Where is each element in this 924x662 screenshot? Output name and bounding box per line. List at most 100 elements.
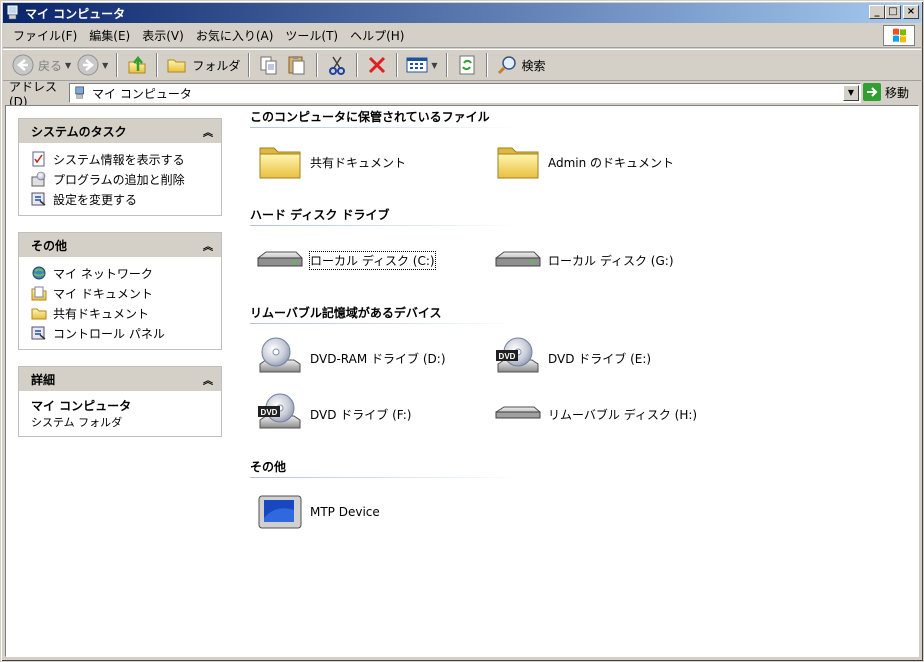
task-change-setting[interactable]: 設定を変更する [31, 189, 211, 209]
address-dropdown-icon[interactable]: ▼ [843, 85, 859, 101]
mtp-device-icon [258, 495, 302, 529]
item-dvd-drive-f[interactable]: DVD DVD ドライブ (F:) [256, 390, 412, 438]
task-pane: システムのタスク ︽ システム情報を表示する プログラムの追加と削除 設定を変更… [18, 118, 222, 453]
move-to-button[interactable] [283, 51, 311, 79]
toolbar-separator [316, 53, 319, 77]
group-header-removable: リムーバブル記憶域があるデバイス [250, 304, 520, 324]
views-button[interactable]: ▼ [403, 51, 440, 79]
place-label: マイ ネットワーク [53, 266, 153, 281]
back-dropdown-icon[interactable]: ▼ [65, 61, 71, 70]
item-admin-documents[interactable]: Admin のドキュメント [494, 138, 674, 186]
place-label: 共有ドキュメント [53, 306, 150, 321]
copy-to-button[interactable] [255, 51, 283, 79]
place-shared-documents[interactable]: 共有ドキュメント [31, 303, 211, 323]
details-header[interactable]: 詳細 ︽ [19, 367, 221, 391]
menu-favorites[interactable]: お気に入り(A) [190, 27, 280, 44]
collapse-chevron-icon[interactable]: ︽ [203, 238, 213, 253]
menu-tools[interactable]: ツール(T) [279, 27, 344, 44]
system-tasks-panel: システムのタスク ︽ システム情報を表示する プログラムの追加と削除 設定を変更… [18, 118, 222, 216]
task-add-remove-programs[interactable]: プログラムの追加と削除 [31, 169, 211, 189]
item-local-disk-g[interactable]: ローカル ディスク (G:) [494, 236, 674, 284]
delete-button[interactable] [363, 51, 391, 79]
scissors-icon [329, 56, 346, 75]
menu-view[interactable]: 表示(V) [136, 27, 190, 44]
cd-drive-icon [259, 337, 301, 373]
forward-arrow-icon [77, 54, 99, 76]
add-remove-programs-icon [31, 171, 46, 187]
collapse-chevron-icon[interactable]: ︽ [203, 124, 213, 139]
collapse-chevron-icon[interactable]: ︽ [203, 372, 213, 387]
views-dropdown-icon[interactable]: ▼ [431, 61, 437, 70]
item-dvd-ram-drive-d[interactable]: DVD-RAM ドライブ (D:) [256, 334, 446, 382]
up-button[interactable] [123, 51, 151, 79]
address-input[interactable]: マイ コンピュータ ▼ [69, 83, 861, 103]
go-button[interactable]: 移動 [863, 83, 909, 101]
menu-edit[interactable]: 編集(E) [83, 27, 136, 44]
minimize-button[interactable]: _ [869, 5, 885, 19]
task-label: システム情報を表示する [53, 152, 185, 167]
views-icon [406, 57, 428, 73]
cut-button[interactable] [323, 51, 351, 79]
copy-icon [260, 56, 277, 75]
item-shared-documents[interactable]: 共有ドキュメント [256, 138, 406, 186]
folder-icon [497, 147, 539, 179]
folders-button[interactable]: フォルダ [163, 51, 243, 79]
group-header-hard-disks: ハード ディスク ドライブ [250, 206, 520, 226]
address-label: アドレス(D) [9, 79, 58, 109]
item-label: MTP Device [310, 505, 380, 519]
forward-button[interactable]: ▼ [74, 51, 111, 79]
go-label: 移動 [885, 85, 910, 100]
go-arrow-icon [863, 83, 881, 101]
details-title: 詳細 [31, 372, 56, 387]
item-label: ローカル ディスク (G:) [548, 253, 674, 268]
folder-up-icon [128, 55, 146, 74]
menu-bar: ファイル(F) 編集(E) 表示(V) お気に入り(A) ツール(T) ヘルプ(… [3, 24, 921, 48]
details-type: システム フォルダ [31, 416, 123, 429]
forward-dropdown-icon[interactable]: ▼ [102, 61, 108, 70]
back-button[interactable]: 戻る ▼ [9, 51, 74, 79]
dvd-drive-icon: DVD [258, 393, 301, 429]
item-label: DVD-RAM ドライブ (D:) [310, 351, 446, 366]
item-label: ローカル ディスク (C:) [309, 250, 436, 270]
item-label: 共有ドキュメント [310, 155, 407, 170]
delete-x-icon [369, 56, 386, 74]
other-places-panel: その他 ︽ マイ ネットワーク マイ ドキュメント 共有ドキュメント コントロー… [18, 232, 222, 350]
close-button[interactable]: × [903, 5, 919, 19]
menu-file[interactable]: ファイル(F) [7, 27, 83, 44]
content-area: システムのタスク ︽ システム情報を表示する プログラムの追加と削除 設定を変更… [5, 105, 919, 657]
item-view: このコンピュータに保管されているファイル 共有ドキュメント Admin のドキュ… [236, 106, 906, 646]
item-local-disk-c[interactable]: ローカル ディスク (C:) [256, 236, 436, 284]
place-my-network[interactable]: マイ ネットワーク [31, 263, 211, 283]
search-button[interactable]: 検索 [493, 51, 549, 79]
item-mtp-device[interactable]: MTP Device [256, 488, 380, 536]
item-label: リムーバブル ディスク (H:) [548, 407, 698, 422]
details-name: マイ コンピュータ [31, 399, 132, 413]
windows-logo-icon [883, 25, 915, 46]
details-panel: 詳細 ︽ マイ コンピュータ システム フォルダ [18, 366, 222, 437]
explorer-window: マイ コンピュータ _ □ × ファイル(F) 編集(E) 表示(V) お気に入… [0, 0, 924, 662]
menu-help[interactable]: ヘルプ(H) [344, 27, 410, 44]
toolbar-separator [445, 53, 448, 77]
title-bar[interactable]: マイ コンピュータ _ □ × [3, 3, 921, 23]
refresh-icon [459, 55, 474, 75]
maximize-button[interactable]: □ [885, 5, 901, 19]
folder-icon [259, 147, 301, 179]
network-icon [32, 266, 46, 280]
refresh-button[interactable] [453, 51, 481, 79]
system-tasks-header[interactable]: システムのタスク ︽ [19, 119, 221, 143]
item-removable-disk-h[interactable]: リムーバブル ディスク (H:) [494, 390, 697, 438]
place-control-panel[interactable]: コントロール パネル [31, 323, 211, 343]
address-bar: アドレス(D) マイ コンピュータ ▼ 移動 [3, 80, 921, 109]
place-my-documents[interactable]: マイ ドキュメント [31, 283, 211, 303]
task-view-system-info[interactable]: システム情報を表示する [31, 149, 211, 169]
other-places-header[interactable]: その他 ︽ [19, 233, 221, 257]
system-info-icon [32, 151, 45, 167]
task-label: 設定を変更する [53, 192, 138, 207]
svg-text:DVD: DVD [261, 408, 278, 417]
item-label: Admin のドキュメント [548, 155, 675, 170]
group-header-stored-files: このコンピュータに保管されているファイル [250, 108, 520, 128]
removable-disk-icon [495, 406, 541, 419]
other-places-title: その他 [31, 238, 68, 253]
control-panel-icon [31, 192, 46, 206]
item-dvd-drive-e[interactable]: DVD DVD ドライブ (E:) [494, 334, 651, 382]
